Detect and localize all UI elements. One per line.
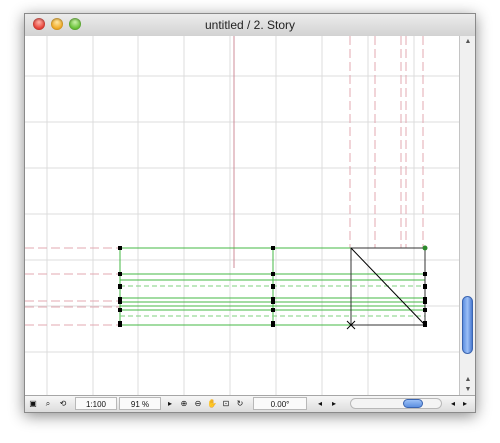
zoom-out-icon[interactable]: ⊖ (191, 397, 205, 410)
magnify-icon[interactable]: ⌕ (41, 397, 55, 410)
title-bar[interactable]: untitled / 2. Story (25, 14, 475, 37)
zoom-arrow-icon[interactable]: ▸ (163, 397, 177, 410)
scroll-up-top-icon[interactable]: ▲ (463, 38, 473, 46)
plan-drawing[interactable] (25, 36, 461, 398)
scroll-right-icon[interactable]: ▸ (458, 397, 472, 410)
rotate-icon[interactable]: ↻ (233, 397, 247, 410)
next-zoom-icon[interactable]: ▸ (327, 397, 341, 410)
status-bar: ▣ ⌕ ⟲ 1:100 91 % ▸ ⊕ ⊖ ✋ ⊡ ↻ 0.00° ◂ ▸ ◂… (25, 395, 475, 412)
pan-icon[interactable]: ✋ (205, 397, 219, 410)
zoom-field[interactable]: 91 % (119, 397, 161, 410)
previous-zoom-icon[interactable]: ◂ (313, 397, 327, 410)
plan-window: untitled / 2. Story ▲ ▲ ▼ ▣ ⌕ ⟲ 1:100 91… (24, 13, 476, 413)
floor-plan-canvas[interactable] (25, 36, 461, 398)
scale-field[interactable]: 1:100 (75, 397, 117, 410)
layer-icon[interactable]: ▣ (26, 397, 40, 410)
zoom-in-icon[interactable]: ⊕ (177, 397, 191, 410)
scroll-up-icon[interactable]: ▲ (463, 376, 473, 384)
window-title: untitled / 2. Story (204, 18, 296, 32)
vertical-scroll-thumb[interactable] (462, 296, 473, 354)
fit-window-icon[interactable]: ⊡ (219, 397, 233, 410)
scroll-down-icon[interactable]: ▼ (463, 386, 473, 394)
horizontal-scroll-thumb[interactable] (403, 399, 423, 408)
vertical-scrollbar[interactable]: ▲ ▲ ▼ (459, 36, 475, 398)
angle-field[interactable]: 0.00° (253, 397, 307, 410)
rebuild-icon[interactable]: ⟲ (56, 397, 70, 410)
horizontal-scrollbar[interactable] (350, 398, 442, 409)
